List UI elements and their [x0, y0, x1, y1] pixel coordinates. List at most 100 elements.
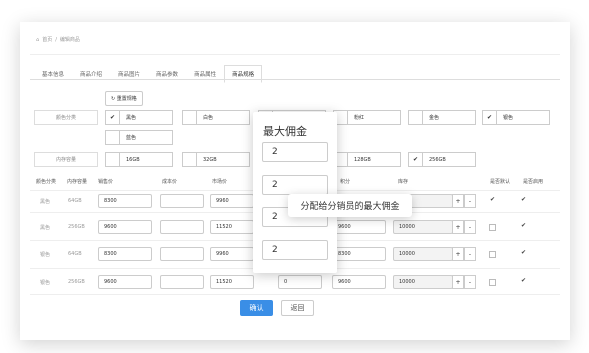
market-price-input[interactable]: 11520: [210, 275, 254, 289]
color-option-label: 黑色: [126, 115, 137, 121]
enabled-checked-icon[interactable]: ✔: [521, 277, 526, 284]
cost-price-input[interactable]: [160, 220, 204, 234]
row-memory: 256GB: [68, 279, 85, 285]
sale-price-input[interactable]: 8300: [98, 194, 152, 208]
confirm-button[interactable]: 确认: [240, 300, 273, 316]
minus-button[interactable]: -: [464, 194, 476, 208]
tab-intro[interactable]: 商品介绍: [72, 65, 110, 83]
max-commission-input-2[interactable]: 2: [262, 175, 328, 195]
minus-button[interactable]: -: [464, 247, 476, 261]
checkbox-icon[interactable]: [409, 111, 423, 124]
cost-price-input[interactable]: [160, 275, 204, 289]
tab-attributes[interactable]: 商品属性: [186, 65, 224, 83]
plus-button[interactable]: +: [452, 194, 464, 208]
color-option-silver[interactable]: ✔ 银色: [482, 110, 550, 125]
enabled-checked-icon[interactable]: ✔: [521, 196, 526, 203]
back-button[interactable]: 返回: [281, 300, 314, 316]
market-price-input[interactable]: 9960: [210, 247, 254, 261]
header-cost-price: 成本价: [162, 179, 178, 185]
color-option-white[interactable]: 白色: [182, 110, 250, 125]
reset-specs-label: 重置规格: [116, 96, 137, 102]
color-option-label: 银色: [503, 115, 514, 121]
points-input[interactable]: 9600: [332, 275, 386, 289]
plus-button[interactable]: +: [452, 275, 464, 289]
tab-images[interactable]: 商品图片: [110, 65, 148, 83]
checkbox-checked-icon[interactable]: ✔: [409, 153, 423, 166]
tab-underline: [30, 79, 560, 80]
row-memory: 256GB: [68, 224, 85, 230]
checkbox-icon[interactable]: [183, 153, 197, 166]
plus-button[interactable]: +: [452, 247, 464, 261]
header-memory: 内存容量: [67, 179, 88, 185]
header-divider: [30, 54, 560, 55]
checkbox-checked-icon[interactable]: ✔: [483, 111, 497, 124]
cost-price-input[interactable]: [160, 194, 204, 208]
color-option-label: 金色: [429, 115, 440, 121]
default-checkbox[interactable]: [489, 224, 496, 231]
market-price-input[interactable]: 9960: [210, 194, 254, 208]
breadcrumb: ⌂ 首页 / 编辑商品: [36, 36, 80, 44]
checkbox-checked-icon[interactable]: ✔: [106, 111, 120, 124]
checkbox-icon[interactable]: [106, 153, 120, 166]
memory-option-256gb[interactable]: ✔ 256GB: [408, 152, 476, 167]
checkbox-icon[interactable]: [106, 131, 120, 144]
tab-specs[interactable]: 商品规格: [224, 65, 263, 83]
header-sale-price: 销售价: [98, 179, 114, 185]
tab-params[interactable]: 商品参数: [148, 65, 186, 83]
row-memory: 64GB: [68, 198, 82, 204]
stock-input[interactable]: 10000: [393, 220, 453, 234]
sale-price-input[interactable]: 9600: [98, 220, 152, 234]
header-is-enabled: 是否启用: [523, 179, 544, 185]
commission-input[interactable]: 0: [278, 275, 322, 289]
points-input[interactable]: 9600: [332, 220, 386, 234]
memory-option-32gb[interactable]: 32GB: [182, 152, 250, 167]
color-option-pink[interactable]: 粉红: [333, 110, 401, 125]
memory-option-label: 16GB: [126, 156, 140, 163]
row-color: 银色: [40, 280, 51, 286]
memory-option-label: 128GB: [354, 156, 371, 163]
checkbox-icon[interactable]: [183, 111, 197, 124]
breadcrumb-current: 编辑商品: [59, 37, 80, 43]
sale-price-input[interactable]: 9600: [98, 275, 152, 289]
color-option-gold[interactable]: 金色: [408, 110, 476, 125]
sale-price-input[interactable]: 8300: [98, 247, 152, 261]
max-commission-input-1[interactable]: 2: [262, 142, 328, 162]
market-price-input[interactable]: 11520: [210, 220, 254, 234]
header-market-price: 市场价: [212, 179, 228, 185]
tab-bar: 基本信息 商品介绍 商品图片 商品参数 商品属性 商品规格: [34, 65, 263, 83]
default-checkbox[interactable]: [489, 251, 496, 258]
color-option-black[interactable]: ✔ 黑色: [105, 110, 173, 125]
row-memory: 64GB: [68, 251, 82, 257]
row-color: 银色: [40, 252, 51, 258]
memory-option-label: 256GB: [429, 156, 446, 163]
color-option-label: 蓝色: [126, 135, 137, 141]
stock-input[interactable]: 10000: [393, 275, 453, 289]
stock-input[interactable]: 10000: [393, 247, 453, 261]
reset-specs-button[interactable]: ↻ 重置规格: [105, 91, 143, 106]
default-checked-icon[interactable]: ✔: [490, 196, 495, 203]
memory-option-128gb[interactable]: 128GB: [333, 152, 401, 167]
color-option-label: 白色: [203, 115, 214, 121]
header-points: 积分: [340, 179, 351, 185]
minus-button[interactable]: -: [464, 275, 476, 289]
home-icon[interactable]: ⌂: [36, 37, 39, 43]
minus-button[interactable]: -: [464, 220, 476, 234]
refresh-icon: ↻: [111, 96, 116, 102]
memory-option-label: 32GB: [203, 156, 217, 163]
memory-spec-label: 内存容量: [34, 152, 98, 167]
memory-option-16gb[interactable]: 16GB: [105, 152, 173, 167]
header-is-default: 是否默认: [490, 179, 511, 185]
plus-button[interactable]: +: [452, 220, 464, 234]
max-commission-input-4[interactable]: 2: [262, 240, 328, 260]
row-color: 黑色: [40, 225, 51, 231]
default-checkbox[interactable]: [489, 279, 496, 286]
cost-price-input[interactable]: [160, 247, 204, 261]
breadcrumb-home[interactable]: 首页: [42, 36, 52, 43]
tab-basic-info[interactable]: 基本信息: [34, 65, 72, 83]
color-option-blue[interactable]: 蓝色: [105, 130, 173, 145]
header-color: 颜色分类: [36, 179, 57, 185]
points-input[interactable]: 8300: [332, 247, 386, 261]
breadcrumb-separator: /: [55, 36, 57, 43]
enabled-checked-icon[interactable]: ✔: [521, 249, 526, 256]
enabled-checked-icon[interactable]: ✔: [521, 222, 526, 229]
